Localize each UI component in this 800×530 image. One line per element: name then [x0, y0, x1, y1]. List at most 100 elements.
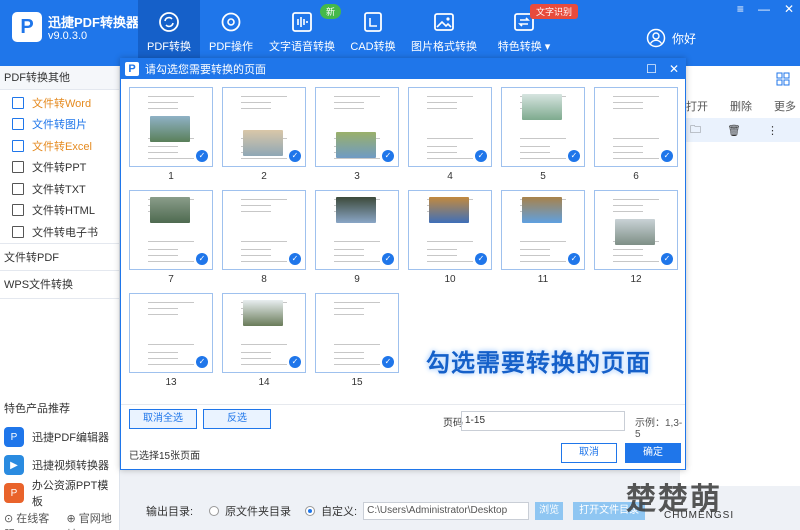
text-line [613, 261, 659, 262]
checkmark-icon[interactable]: ✓ [196, 253, 208, 265]
dialog-title-bar: P 请勾选您需要转换的页面 ☐ ✕ [121, 59, 685, 79]
page-thumbnail[interactable]: ✓ [222, 190, 306, 270]
sidebar-item-excel[interactable]: 文件转Excel [0, 135, 119, 157]
page-thumbnail[interactable]: ✓ [129, 293, 213, 373]
maximize-icon[interactable]: ☐ [646, 62, 657, 76]
text-line [241, 249, 271, 250]
file-actions-header: 打开 删除 更多 [686, 98, 796, 114]
text-line [334, 158, 380, 159]
checkmark-icon[interactable]: ✓ [661, 253, 673, 265]
text-line [241, 199, 287, 200]
more-header: 更多 [774, 101, 796, 113]
checkmark-icon[interactable]: ✓ [196, 356, 208, 368]
page-thumbnail[interactable]: ✓ [594, 87, 678, 167]
nav-pdf-operate[interactable]: PDF操作 [200, 0, 262, 66]
sidebar-item-html[interactable]: 文件转HTML [0, 200, 119, 222]
refresh-icon [159, 12, 179, 32]
checkmark-icon[interactable]: ✓ [382, 253, 394, 265]
checkmark-icon[interactable]: ✓ [568, 150, 580, 162]
page-image [150, 197, 190, 223]
text-line [148, 358, 178, 359]
promo-pdf-editor[interactable]: P 迅捷PDF编辑器 [4, 424, 109, 450]
page-thumbnail[interactable]: ✓ [222, 293, 306, 373]
radio-source-folder[interactable] [209, 506, 220, 516]
folder-icon[interactable]: 🗀 [690, 121, 701, 140]
text-line [427, 108, 457, 109]
deselect-all-button[interactable]: 取消全选 [129, 409, 197, 429]
text-line [241, 255, 271, 256]
text-line [427, 249, 457, 250]
radio-custom-folder[interactable] [305, 506, 316, 516]
gear-icon [221, 12, 241, 32]
page-thumbnail[interactable]: ✓ [129, 87, 213, 167]
checkmark-icon[interactable]: ✓ [661, 150, 673, 162]
delete-header: 删除 [730, 101, 752, 113]
checkmark-icon[interactable]: ✓ [289, 356, 301, 368]
sidebar-item-ppt[interactable]: 文件转PPT [0, 157, 119, 179]
checkmark-icon[interactable]: ✓ [475, 150, 487, 162]
menu-icon[interactable]: ≡ [737, 2, 744, 16]
text-line [427, 152, 457, 153]
page-thumbnail[interactable]: ✓ [315, 293, 399, 373]
sidebar-item-ebook[interactable]: 文件转电子书 [0, 221, 119, 243]
nav-cad[interactable]: CAD转换 [342, 0, 404, 66]
page-range-example: 示例：1,3-5 [635, 418, 683, 440]
ok-button[interactable]: 确定 [625, 443, 681, 463]
sidebar-category-pdf-other[interactable]: PDF转换其他 [0, 66, 119, 90]
text-line [241, 261, 287, 262]
sidebar-item-txt[interactable]: 文件转TXT [0, 178, 119, 200]
grid-view-icon[interactable] [776, 72, 790, 86]
page-thumbnail[interactable]: ✓ [501, 190, 585, 270]
online-service-link[interactable]: ⊙ 在线客服 [4, 510, 57, 530]
checkmark-icon[interactable]: ✓ [475, 253, 487, 265]
text-line [148, 352, 178, 353]
checkmark-icon[interactable]: ✓ [196, 150, 208, 162]
browse-button[interactable]: 浏览 [535, 502, 564, 520]
cancel-button[interactable]: 取消 [561, 443, 617, 463]
checkmark-icon[interactable]: ✓ [382, 356, 394, 368]
promo-ppt-templates[interactable]: P 办公资源PPT模板 [4, 480, 119, 508]
ocr-badge[interactable]: 文字识别 [530, 4, 579, 19]
invert-selection-button[interactable]: 反选 [203, 409, 271, 429]
page-thumbnail[interactable]: ✓ [501, 87, 585, 167]
page-thumbnail[interactable]: ✓ [594, 190, 678, 270]
text-line [520, 241, 566, 242]
promo-label: 迅捷PDF编辑器 [32, 432, 109, 444]
user-area[interactable]: 你好 [646, 28, 696, 48]
close-icon[interactable]: ✕ [669, 62, 679, 76]
minimize-button[interactable]: — [758, 2, 770, 16]
page-thumbnail[interactable]: ✓ [408, 190, 492, 270]
text-line [241, 205, 271, 206]
text-line [241, 358, 271, 359]
website-link[interactable]: ⊕ 官网地址 [67, 510, 120, 530]
page-thumbnail[interactable]: ✓ [222, 87, 306, 167]
text-line [148, 146, 178, 147]
checkmark-icon[interactable]: ✓ [289, 150, 301, 162]
sidebar-item-image[interactable]: 文件转图片 [0, 114, 119, 136]
nav-label: 图片格式转换 [411, 41, 477, 53]
sidebar-category-to-pdf[interactable]: 文件转PDF [0, 242, 119, 271]
page-thumbnail[interactable]: ✓ [129, 190, 213, 270]
sidebar-item-word[interactable]: 文件转Word [0, 92, 119, 114]
nav-pdf-convert[interactable]: PDF转换 [138, 0, 200, 66]
page-thumbnail[interactable]: ✓ [408, 87, 492, 167]
checkmark-icon[interactable]: ✓ [289, 253, 301, 265]
close-button[interactable]: ✕ [784, 2, 794, 16]
trash-icon[interactable]: 🗑 [727, 124, 741, 137]
page-thumbnail[interactable]: ✓ [315, 190, 399, 270]
selected-count: 已选择15张页面 [129, 451, 201, 462]
more-icon[interactable]: ⋮ [767, 124, 778, 137]
page-image [522, 94, 562, 120]
promo-video-converter[interactable]: ▶ 迅捷视频转换器 [4, 452, 109, 478]
page-thumbnail[interactable]: ✓ [315, 87, 399, 167]
app-logo: P [12, 12, 42, 42]
page-range-input[interactable]: 1-15 [461, 411, 625, 431]
checkmark-icon[interactable]: ✓ [382, 150, 394, 162]
nav-image-format[interactable]: 图片格式转换 [404, 0, 484, 66]
text-line [427, 102, 457, 103]
sidebar-category-wps[interactable]: WPS文件转换 [0, 271, 119, 299]
dialog-promo-text: 勾选需要转换的页面 [426, 350, 651, 377]
page-number: 5 [540, 171, 546, 182]
output-path-input[interactable]: C:\Users\Administrator\Desktop [363, 502, 530, 520]
checkmark-icon[interactable]: ✓ [568, 253, 580, 265]
